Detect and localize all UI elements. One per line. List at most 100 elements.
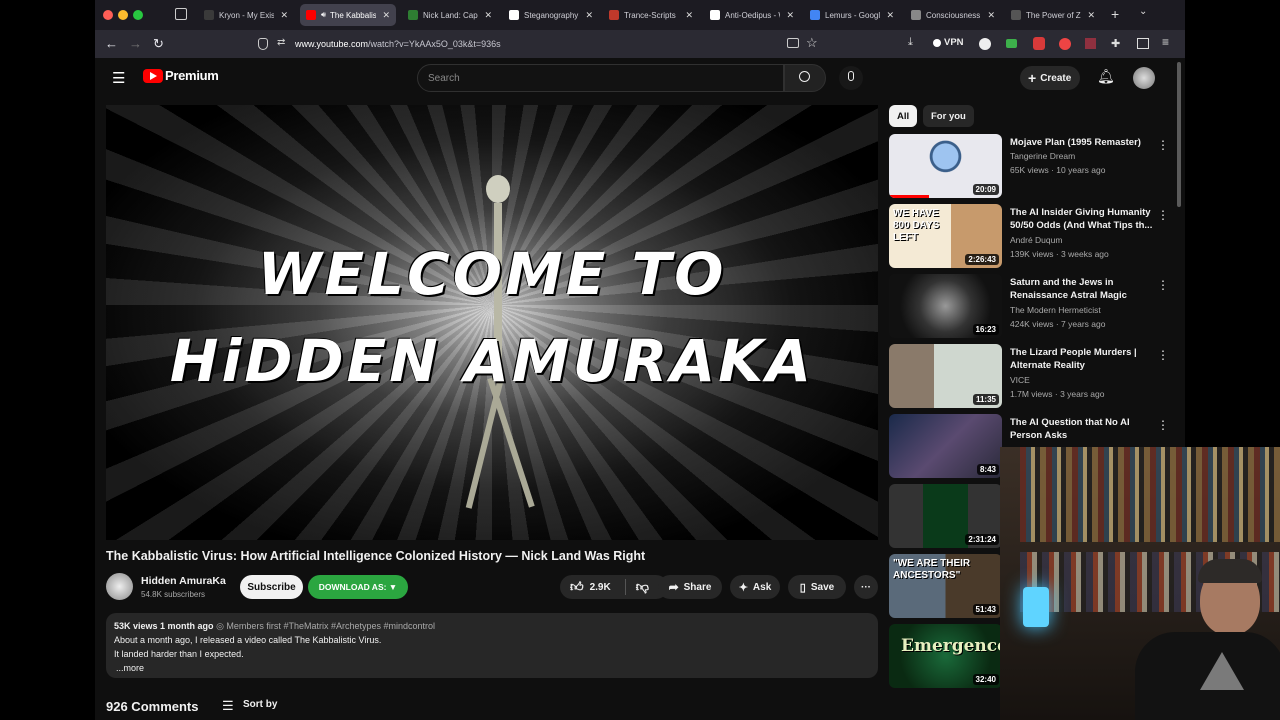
tab-close-icon[interactable]: ✕ — [987, 10, 995, 21]
tab-7[interactable]: Consciousness I ✕ — [905, 4, 1001, 26]
extension-adblock-icon[interactable] — [1059, 38, 1071, 50]
downloads-icon[interactable]: ⤓ — [908, 36, 913, 49]
more-actions-button[interactable]: ··· — [854, 575, 878, 599]
tab-close-icon[interactable]: ✕ — [382, 10, 390, 21]
chip-for-you[interactable]: For you — [923, 105, 974, 127]
guide-menu-icon[interactable]: ☰ — [112, 69, 125, 87]
more-vertical-icon[interactable]: ⋮ — [1157, 208, 1169, 222]
more-vertical-icon[interactable]: ⋮ — [1157, 418, 1169, 432]
duration-badge: 11:35 — [972, 394, 999, 405]
url-field[interactable]: www.youtube.com/watch?v=YkAAx5O_03k&t=93… — [295, 39, 501, 49]
tab-close-icon[interactable]: ✕ — [886, 10, 894, 21]
recommended-video[interactable]: 11:35 The Lizard People Murders | Alterna… — [889, 344, 1179, 410]
voice-search-button[interactable] — [839, 66, 863, 90]
like-icon[interactable]: 👍︎ — [570, 579, 584, 595]
video-thumbnail[interactable]: "WE ARE THEIR ANCESTORS" 51:43 — [889, 554, 1002, 618]
youtube-premium-logo[interactable]: Premium — [143, 68, 219, 83]
more-vertical-icon[interactable]: ⋮ — [1157, 138, 1169, 152]
tab-close-icon[interactable]: ✕ — [585, 10, 593, 21]
video-thumbnail[interactable]: Emergence 32:40 — [889, 624, 1002, 688]
more-vertical-icon[interactable]: ⋮ — [1157, 278, 1169, 292]
description-box[interactable]: 53K views 1 month ago ◎ Members first #T… — [106, 613, 878, 678]
video-thumbnail[interactable]: 2:31:24 — [889, 484, 1002, 548]
extensions-puzzle-icon[interactable]: ✚ — [1111, 37, 1120, 50]
recommended-channel[interactable]: VICE — [1010, 375, 1030, 385]
channel-avatar[interactable] — [106, 573, 133, 600]
tab-close-icon[interactable]: ✕ — [685, 10, 693, 21]
search-input[interactable]: Search — [417, 64, 784, 92]
recommended-title[interactable]: Saturn and the Jews in Renaissance Astra… — [1010, 276, 1155, 302]
ask-label: Ask — [752, 581, 772, 593]
account-avatar[interactable] — [1133, 67, 1155, 89]
reload-icon[interactable]: ↻ — [153, 36, 164, 52]
recommended-title[interactable]: The AI Question that No AI Person Asks — [1010, 416, 1155, 442]
shield-icon[interactable] — [258, 38, 268, 50]
video-player[interactable]: WELCOME TO HiDDEN AMURAKA — [106, 105, 878, 540]
tab-3[interactable]: Steganography - ✕ — [503, 4, 599, 26]
tab-0[interactable]: Kryon - My Existe ✕ — [198, 4, 294, 26]
ask-button[interactable]: ✦ Ask — [730, 575, 780, 599]
download-as-button[interactable]: DOWNLOAD AS: ▼ — [308, 575, 408, 599]
chip-all[interactable]: All — [889, 105, 918, 127]
recommended-channel[interactable]: Tangerine Dream — [1010, 151, 1075, 161]
like-count[interactable]: 2.9K — [590, 582, 611, 593]
recommended-title[interactable]: The Lizard People Murders | Alternate Re… — [1010, 346, 1155, 372]
minimize-window-button[interactable] — [118, 10, 128, 20]
recommended-channel[interactable]: The Modern Hermeticist — [1010, 305, 1101, 315]
tab-6[interactable]: Lemurs - Google ✕ — [804, 4, 900, 26]
menu-hamburger-icon[interactable]: ≡ — [1162, 35, 1169, 49]
tab-8[interactable]: The Power of Zero - ✕ — [1005, 4, 1101, 26]
extension-grid-icon[interactable] — [1085, 38, 1096, 49]
recommended-video[interactable]: WE HAVE 800 DAYS LEFT 2:26:43 The AI Insider… — [889, 204, 1179, 270]
back-icon[interactable]: ← — [105, 36, 118, 51]
recommended-title[interactable]: The AI Insider Giving Humanity 50/50 Odd… — [1010, 206, 1155, 232]
vpn-button[interactable]: VPN — [933, 37, 964, 48]
tab-list-chevron-icon[interactable]: ⌄ — [1139, 6, 1147, 17]
dislike-icon[interactable]: 👎︎ — [636, 579, 649, 595]
save-button[interactable]: ▯ Save — [788, 575, 846, 599]
tab-close-icon[interactable]: ✕ — [786, 10, 794, 21]
sidebar-toggle-icon[interactable] — [1137, 38, 1149, 49]
person-cap — [1198, 559, 1262, 583]
site-permissions-icon[interactable]: ⇄ — [277, 37, 285, 48]
recommended-channel[interactable]: André Duqum — [1010, 235, 1062, 245]
tab-5[interactable]: Anti-Oedipus - W ✕ — [704, 4, 800, 26]
search-button[interactable] — [784, 64, 826, 92]
audio-playing-icon[interactable]: 🔊︎ — [321, 10, 326, 20]
notifications-bell-icon[interactable]: 🔔︎ — [1097, 68, 1115, 85]
extension-record-icon[interactable] — [1033, 37, 1045, 50]
zoom-window-button[interactable] — [133, 10, 143, 20]
tab-1[interactable]: 🔊︎ The Kabbalis ✕ — [300, 4, 396, 26]
tab-close-icon[interactable]: ✕ — [1087, 10, 1095, 21]
tab-favicon-icon — [710, 10, 720, 20]
tab-2[interactable]: Nick Land: Capit ✕ — [402, 4, 498, 26]
video-thumbnail[interactable]: 16:23 — [889, 274, 1002, 338]
video-thumbnail[interactable]: 20:09 — [889, 134, 1002, 198]
share-button[interactable]: ➦ Share — [658, 575, 722, 599]
more-vertical-icon[interactable]: ⋮ — [1157, 348, 1169, 362]
sort-icon[interactable]: ☰ — [222, 698, 234, 714]
extension-c-icon[interactable] — [979, 38, 991, 50]
new-tab-icon[interactable]: + — [1111, 6, 1119, 22]
subscribe-button[interactable]: Subscribe — [240, 575, 303, 599]
picture-in-picture-icon[interactable] — [787, 38, 799, 48]
video-thumbnail[interactable]: 8:43 — [889, 414, 1002, 478]
recommended-video[interactable]: 16:23 Saturn and the Jews in Renaissance … — [889, 274, 1179, 340]
tab-close-icon[interactable]: ✕ — [280, 10, 288, 21]
video-thumbnail[interactable]: WE HAVE 800 DAYS LEFT 2:26:43 — [889, 204, 1002, 268]
show-more-link[interactable]: ...more — [116, 661, 870, 675]
close-window-button[interactable] — [103, 10, 113, 20]
tab-4[interactable]: Trance-Scripts ✕ — [603, 4, 699, 26]
bookmark-star-icon[interactable]: ☆ — [806, 35, 818, 51]
tab-close-icon[interactable]: ✕ — [484, 10, 492, 21]
video-thumbnail[interactable]: 11:35 — [889, 344, 1002, 408]
recommended-title[interactable]: Mojave Plan (1995 Remaster) — [1010, 136, 1155, 149]
forward-icon[interactable]: → — [129, 36, 142, 51]
tab-overview-icon[interactable] — [175, 8, 187, 20]
sort-by-button[interactable]: Sort by — [243, 699, 277, 710]
channel-name[interactable]: Hidden AmuraKa — [141, 575, 226, 587]
create-button[interactable]: + Create — [1020, 66, 1080, 90]
extension-wallet-icon[interactable] — [1006, 39, 1017, 48]
recommended-video[interactable]: 20:09 Mojave Plan (1995 Remaster) ⋮ Tangeri… — [889, 134, 1179, 200]
hashtags[interactable]: #TheMatrix #Archetypes #mindcontrol — [283, 621, 435, 631]
